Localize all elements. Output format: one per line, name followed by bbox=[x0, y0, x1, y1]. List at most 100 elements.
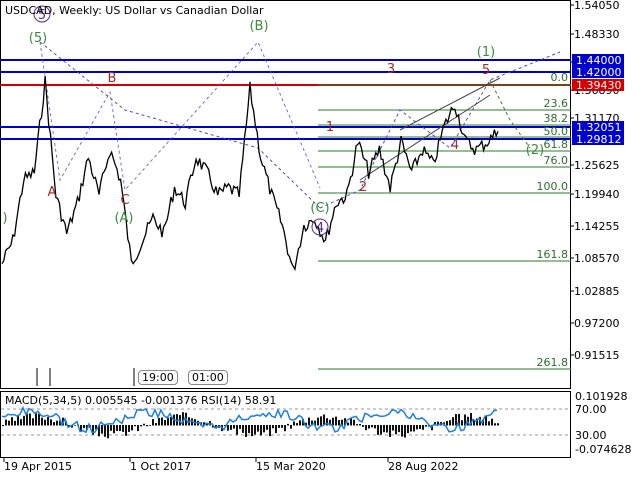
indicator-tick: 30.00 bbox=[575, 429, 607, 442]
macd-bar bbox=[110, 425, 112, 431]
price-tag: 1.29812 bbox=[576, 133, 622, 146]
macd-bar bbox=[239, 425, 241, 429]
macd-bar bbox=[380, 425, 382, 435]
macd-bar bbox=[260, 425, 262, 436]
price-axis-tick: 1.19940 bbox=[574, 188, 620, 201]
price-axis-tick: 1.48330 bbox=[574, 28, 620, 41]
macd-bar bbox=[389, 425, 391, 437]
wave-label: 3 bbox=[387, 62, 395, 77]
price-axis-tick: 0.97200 bbox=[574, 317, 620, 330]
macd-bar bbox=[116, 425, 118, 431]
macd-bar bbox=[92, 425, 94, 435]
macd-bar bbox=[113, 425, 115, 434]
macd-bar bbox=[149, 425, 151, 426]
price-axis-tick: 1.08570 bbox=[574, 252, 620, 265]
macd-bar bbox=[485, 416, 487, 426]
wave-label: 1 bbox=[326, 120, 334, 135]
macd-bar bbox=[461, 420, 463, 426]
macd-bar bbox=[296, 423, 298, 426]
macd-bar bbox=[281, 425, 283, 428]
macd-bar bbox=[53, 422, 55, 426]
macd-bar bbox=[356, 424, 358, 426]
macd-bar bbox=[137, 425, 139, 432]
macd-bar bbox=[491, 418, 493, 426]
macd-bar bbox=[83, 425, 85, 429]
macd-bar bbox=[35, 413, 37, 426]
macd-bar bbox=[257, 425, 259, 432]
time-button-1[interactable]: 19:00 bbox=[138, 370, 178, 385]
wave-label: 2 bbox=[359, 180, 367, 195]
macd-bar bbox=[362, 425, 364, 427]
macd-bar bbox=[422, 425, 424, 430]
macd-bar bbox=[128, 425, 130, 432]
macd-bar bbox=[338, 420, 340, 426]
macd-bar bbox=[488, 421, 490, 426]
wave-label: (2) bbox=[526, 143, 544, 158]
indicator-tick: 0.101928 bbox=[575, 390, 628, 403]
macd-bar bbox=[335, 416, 337, 426]
macd-bar bbox=[29, 413, 31, 426]
macd-bar bbox=[122, 425, 124, 432]
time-axis-tick: 19 Apr 2015 bbox=[4, 460, 72, 473]
macd-bar bbox=[38, 413, 40, 426]
indicator-tick: 70.00 bbox=[575, 403, 607, 416]
macd-bar bbox=[317, 417, 319, 426]
price-level-tags: 1.44000 1.42000 1.39430 1.32051 1.29812 bbox=[572, 54, 624, 146]
macd-bar bbox=[254, 425, 256, 435]
macd-bar bbox=[284, 425, 286, 432]
macd-bar bbox=[272, 425, 274, 429]
macd-bar bbox=[41, 417, 43, 426]
macd-bar bbox=[101, 425, 103, 434]
macd-bar bbox=[446, 420, 448, 426]
macd-bar bbox=[320, 416, 322, 426]
macd-bar bbox=[20, 419, 22, 426]
macd-bar bbox=[497, 423, 499, 426]
macd-bar bbox=[425, 425, 427, 427]
macd-bar bbox=[17, 415, 19, 426]
chart-canvas[interactable]: 1.540501.483301.426101.368901.311701.256… bbox=[0, 0, 640, 480]
time-button-2[interactable]: 01:00 bbox=[188, 370, 228, 385]
macd-bar bbox=[299, 420, 301, 426]
macd-bar bbox=[398, 425, 400, 433]
macd-bar bbox=[392, 425, 394, 431]
macd-bar bbox=[353, 419, 355, 426]
macd-bar bbox=[125, 425, 127, 436]
macd-bar bbox=[407, 425, 409, 434]
fib-label: 76.0 bbox=[544, 154, 569, 167]
time-axis-tick: 1 Oct 2017 bbox=[130, 460, 191, 473]
macd-bar bbox=[140, 425, 142, 427]
price-tag: 1.39430 bbox=[576, 79, 622, 92]
price-axis-tick: 0.91515 bbox=[574, 349, 620, 362]
macd-bar bbox=[245, 425, 247, 437]
macd-bar bbox=[377, 425, 379, 435]
macd-bar bbox=[266, 425, 268, 430]
macd-bar bbox=[158, 417, 160, 426]
macd-bar bbox=[152, 419, 154, 426]
wave-label: (5) bbox=[29, 31, 47, 46]
wave-label: C bbox=[120, 193, 129, 208]
macd-bar bbox=[134, 425, 136, 427]
macd-bar bbox=[233, 425, 235, 429]
macd-bar bbox=[23, 415, 25, 426]
price-axis-tick: 1.02885 bbox=[574, 285, 620, 298]
macd-bar bbox=[47, 416, 49, 426]
fib-label: 61.8 bbox=[544, 138, 569, 151]
macd-bar bbox=[8, 420, 10, 426]
macd-bar bbox=[290, 425, 292, 429]
macd-bar bbox=[383, 425, 385, 433]
macd-bar bbox=[14, 420, 16, 426]
macd-bar bbox=[449, 420, 451, 426]
macd-bar bbox=[74, 425, 76, 426]
macd-bar bbox=[293, 421, 295, 426]
macd-bar bbox=[104, 425, 106, 437]
macd-bar bbox=[368, 425, 370, 429]
macd-bar bbox=[143, 423, 145, 426]
macd-bar bbox=[374, 425, 376, 429]
macd-bar bbox=[44, 419, 46, 426]
fib-label: 0.0 bbox=[551, 71, 569, 84]
indicator-label: MACD(5,34,5) 0.005545 -0.001376 RSI(14) … bbox=[5, 394, 276, 407]
macd-bar bbox=[251, 425, 253, 437]
macd-bar bbox=[11, 417, 13, 426]
fib-label: 38.2 bbox=[544, 112, 569, 125]
macd-bar bbox=[455, 414, 457, 426]
